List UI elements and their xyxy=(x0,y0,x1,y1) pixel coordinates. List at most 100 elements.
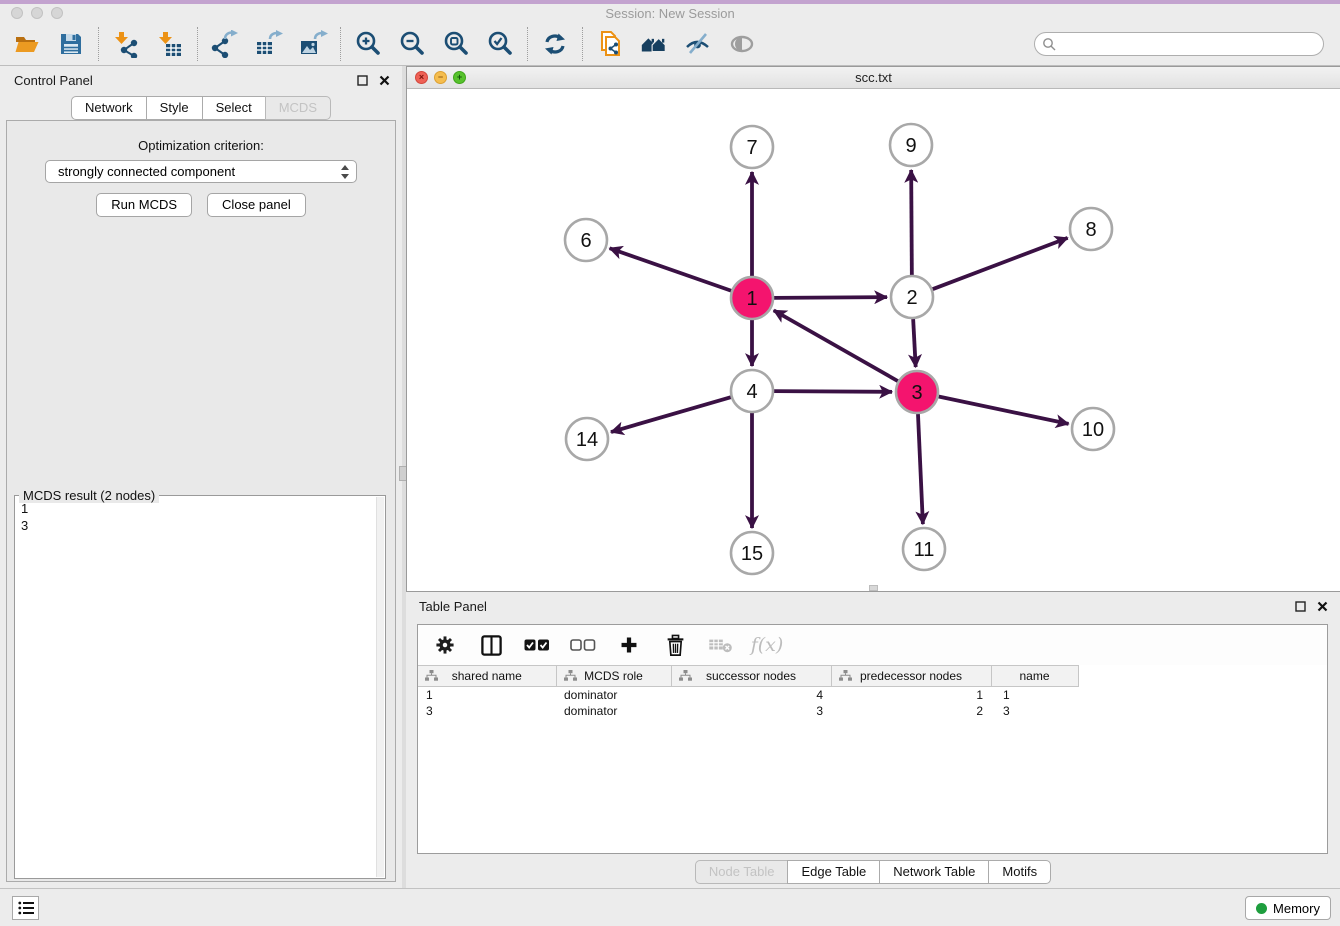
zoom-out-button[interactable] xyxy=(397,29,427,59)
main-toolbar xyxy=(0,22,1340,66)
network-canvas[interactable]: 7 9 6 8 1 2 4 3 14 10 15 11 xyxy=(407,89,1340,591)
home-button[interactable] xyxy=(639,29,669,59)
graph-edge-2-8[interactable] xyxy=(933,238,1068,289)
node-table[interactable]: shared nameMCDS rolesuccessor nodesprede… xyxy=(418,665,1327,719)
export-table-button[interactable] xyxy=(254,29,284,59)
zoom-selected-button[interactable] xyxy=(485,29,515,59)
cell-MCDS-role[interactable]: dominator xyxy=(556,687,671,703)
column-header-shared-name[interactable]: shared name xyxy=(418,666,556,687)
graph-edge-2-9[interactable] xyxy=(911,170,912,275)
open-folder-icon xyxy=(13,30,41,58)
graph-edge-3-1[interactable] xyxy=(774,310,898,381)
column-header-name[interactable]: name xyxy=(991,666,1078,687)
run-mcds-button[interactable]: Run MCDS xyxy=(96,193,192,217)
cell-shared-name[interactable]: 3 xyxy=(418,703,556,719)
graph-edge-4-3[interactable] xyxy=(774,391,892,392)
save-session-button[interactable] xyxy=(56,29,86,59)
float-table-panel-icon[interactable] xyxy=(1292,598,1308,614)
close-table-panel-icon[interactable] xyxy=(1314,598,1330,614)
plus-icon xyxy=(618,634,640,656)
column-header-predecessor-nodes[interactable]: predecessor nodes xyxy=(831,666,991,687)
cell-shared-name[interactable]: 1 xyxy=(418,687,556,703)
table-tab-motifs[interactable]: Motifs xyxy=(988,860,1051,884)
table-tab-network-table[interactable]: Network Table xyxy=(879,860,989,884)
svg-text:8: 8 xyxy=(1085,219,1096,241)
graph-node-2[interactable]: 2 xyxy=(891,276,933,318)
network-graph-svg[interactable]: 7 9 6 8 1 2 4 3 14 10 15 11 xyxy=(407,89,1340,591)
cell-successor-nodes[interactable]: 3 xyxy=(671,703,831,719)
zoom-fit-button[interactable] xyxy=(441,29,471,59)
tab-mcds[interactable]: MCDS xyxy=(265,96,331,120)
table-row[interactable]: 1dominator411 xyxy=(418,687,1327,703)
graph-node-14[interactable]: 14 xyxy=(566,418,608,460)
graph-node-3[interactable]: 3 xyxy=(896,371,938,413)
mcds-result-text[interactable]: 1 3 xyxy=(17,500,375,876)
select-all-button[interactable] xyxy=(524,632,550,658)
zoom-in-button[interactable] xyxy=(353,29,383,59)
column-header-MCDS-role[interactable]: MCDS role xyxy=(556,666,671,687)
export-network-button[interactable] xyxy=(210,29,240,59)
divider-handle-horizontal[interactable] xyxy=(869,585,878,591)
cell-predecessor-nodes[interactable]: 2 xyxy=(831,703,991,719)
search-icon xyxy=(1042,37,1056,51)
zoom-selected-icon xyxy=(486,30,514,58)
graph-node-6[interactable]: 6 xyxy=(565,219,607,261)
task-history-button[interactable] xyxy=(12,896,39,920)
graph-edge-3-11[interactable] xyxy=(918,414,923,524)
delete-column-button[interactable] xyxy=(662,632,688,658)
graph-node-1[interactable]: 1 xyxy=(731,277,773,319)
cell-MCDS-role[interactable]: dominator xyxy=(556,703,671,719)
table-tab-edge-table[interactable]: Edge Table xyxy=(787,860,880,884)
open-session-button[interactable] xyxy=(12,29,42,59)
search-input[interactable] xyxy=(1034,32,1324,56)
table-settings-button[interactable] xyxy=(432,632,458,658)
graph-node-4[interactable]: 4 xyxy=(731,370,773,412)
graph-edge-1-6[interactable] xyxy=(610,248,732,290)
table-panel: Table Panel xyxy=(406,592,1340,888)
close-panel-icon[interactable] xyxy=(376,72,392,88)
cell-name[interactable]: 3 xyxy=(991,703,1078,719)
show-graphics-button[interactable] xyxy=(727,29,757,59)
graph-node-8[interactable]: 8 xyxy=(1070,208,1112,250)
table-toolbar: f(x) xyxy=(418,625,1327,665)
import-network-button[interactable] xyxy=(111,29,141,59)
graph-node-15[interactable]: 15 xyxy=(731,532,773,574)
table-tab-node-table[interactable]: Node Table xyxy=(695,860,789,884)
import-table-button[interactable] xyxy=(155,29,185,59)
graph-node-10[interactable]: 10 xyxy=(1072,408,1114,450)
column-header-successor-nodes[interactable]: successor nodes xyxy=(671,666,831,687)
hide-style-button[interactable] xyxy=(683,29,713,59)
cell-name[interactable]: 1 xyxy=(991,687,1078,703)
deselect-all-button[interactable] xyxy=(570,632,596,658)
result-scrollbar[interactable] xyxy=(376,497,384,877)
close-panel-button[interactable]: Close panel xyxy=(207,193,306,217)
tab-select[interactable]: Select xyxy=(202,96,266,120)
tab-style[interactable]: Style xyxy=(146,96,203,120)
cell-successor-nodes[interactable]: 4 xyxy=(671,687,831,703)
graph-edge-1-2[interactable] xyxy=(774,297,887,298)
float-panel-icon[interactable] xyxy=(354,72,370,88)
memory-button[interactable]: Memory xyxy=(1245,896,1331,920)
apply-layout-button[interactable] xyxy=(540,29,570,59)
graph-edge-4-14[interactable] xyxy=(611,397,731,432)
duplicate-network-button[interactable] xyxy=(595,29,625,59)
node-table-container: f(x) shared nameMCDS rolesuccessor nodes… xyxy=(417,624,1328,854)
graph-edge-2-3[interactable] xyxy=(913,319,916,367)
graph-node-7[interactable]: 7 xyxy=(731,126,773,168)
export-image-button[interactable] xyxy=(298,29,328,59)
table-row[interactable]: 3dominator323 xyxy=(418,703,1327,719)
graph-edge-3-10[interactable] xyxy=(939,397,1069,424)
refresh-icon xyxy=(541,30,569,58)
network-window-titlebar[interactable]: × − + scc.txt xyxy=(407,67,1340,89)
dropdown-stepper-icon xyxy=(340,164,350,180)
mcds-panel: Optimization criterion: strongly connect… xyxy=(6,120,396,882)
optimization-criterion-label: Optimization criterion: xyxy=(7,138,395,153)
criterion-dropdown[interactable]: strongly connected component xyxy=(45,160,357,183)
graph-node-9[interactable]: 9 xyxy=(890,124,932,166)
graph-node-11[interactable]: 11 xyxy=(903,528,945,570)
tab-network[interactable]: Network xyxy=(71,96,147,120)
create-column-button[interactable] xyxy=(616,632,642,658)
svg-text:15: 15 xyxy=(741,543,763,565)
cell-predecessor-nodes[interactable]: 1 xyxy=(831,687,991,703)
split-panel-button[interactable] xyxy=(478,632,504,658)
